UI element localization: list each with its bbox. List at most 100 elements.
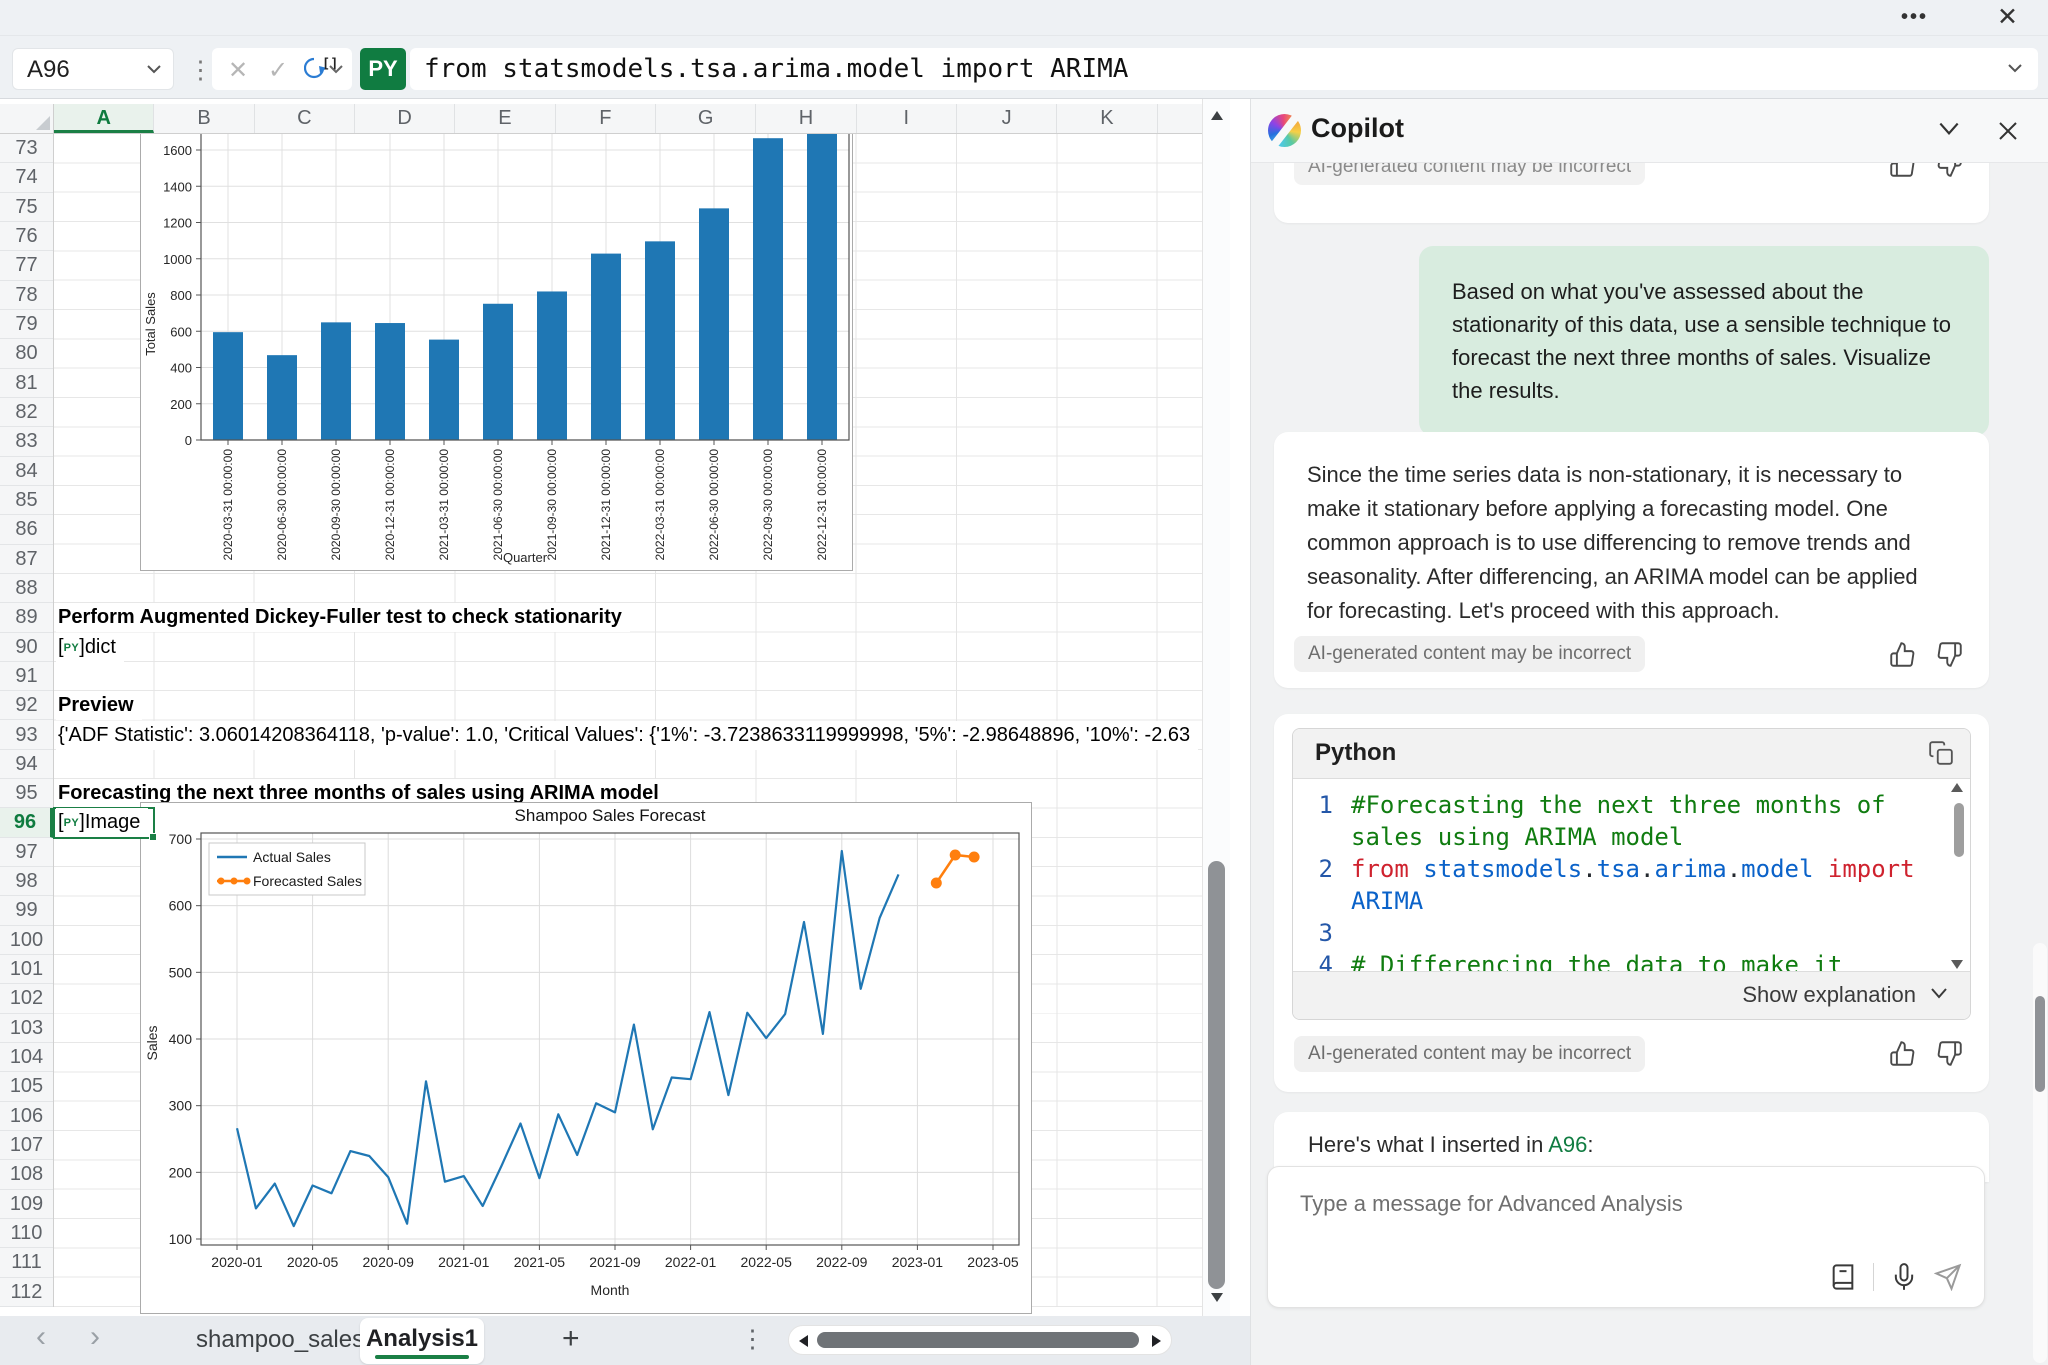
add-sheet-button[interactable]: +: [562, 1322, 580, 1356]
scroll-left-arrow-icon[interactable]: [799, 1335, 808, 1347]
row-header-99[interactable]: 99: [0, 896, 53, 925]
row-header-76[interactable]: 76: [0, 222, 53, 251]
row-header-111[interactable]: 111: [0, 1248, 53, 1277]
row-header-107[interactable]: 107: [0, 1131, 53, 1160]
scroll-down-arrow-icon[interactable]: [1211, 1293, 1223, 1302]
sheet-tab-shampoo-sales[interactable]: shampoo_sales: [196, 1326, 364, 1354]
row-header-85[interactable]: 85: [0, 486, 53, 515]
code-scroll-down-icon[interactable]: [1951, 960, 1963, 969]
column-header-F[interactable]: F: [556, 104, 656, 133]
more-options-icon[interactable]: •••: [1901, 6, 1928, 29]
column-header-G[interactable]: G: [656, 104, 756, 133]
cell-A90[interactable]: [PY]dict: [56, 633, 124, 662]
thumbs-down-icon[interactable]: [1936, 641, 1963, 668]
copilot-message-input[interactable]: Type a message for Advanced Analysis: [1267, 1166, 1985, 1308]
row-header-97[interactable]: 97: [0, 838, 53, 867]
cell-A96[interactable]: [PY]Image: [56, 808, 148, 837]
row-header-108[interactable]: 108: [0, 1160, 53, 1189]
row-header-98[interactable]: 98: [0, 867, 53, 896]
window-close-icon[interactable]: ✕: [1997, 2, 2018, 32]
send-icon[interactable]: [1934, 1263, 1962, 1291]
thumbs-up-icon[interactable]: [1889, 1040, 1916, 1067]
formula-bar-options-icon[interactable]: ⋮: [188, 55, 213, 85]
fill-handle[interactable]: [149, 833, 157, 841]
next-sheet-button[interactable]: ›: [90, 1320, 100, 1354]
column-header-H[interactable]: H: [756, 104, 856, 133]
row-header-104[interactable]: 104: [0, 1043, 53, 1072]
sales-forecast-line-chart[interactable]: 1002003004005006007002020-012020-052020-…: [140, 802, 1032, 1314]
row-header-94[interactable]: 94: [0, 750, 53, 779]
formula-expand-chevron-icon[interactable]: [2006, 61, 2024, 75]
row-header-109[interactable]: 109: [0, 1190, 53, 1219]
panel-scrollbar-thumb[interactable]: [2035, 996, 2045, 1092]
row-header-96[interactable]: 96: [0, 808, 53, 837]
code-scroll-up-icon[interactable]: [1951, 783, 1963, 792]
row-header-86[interactable]: 86: [0, 515, 53, 544]
row-header-92[interactable]: 92: [0, 691, 53, 720]
row-header-75[interactable]: 75: [0, 193, 53, 222]
thumbs-down-icon[interactable]: [1936, 1040, 1963, 1067]
prev-sheet-button[interactable]: ‹: [36, 1320, 46, 1354]
row-header-78[interactable]: 78: [0, 281, 53, 310]
chevron-down-icon[interactable]: [1928, 986, 1950, 1002]
column-header-K[interactable]: K: [1057, 104, 1157, 133]
row-header-87[interactable]: 87: [0, 545, 53, 574]
thumbs-up-icon[interactable]: [1889, 641, 1916, 668]
thumbs-down-icon[interactable]: [1936, 163, 1963, 178]
cell-A92[interactable]: Preview: [56, 691, 142, 720]
row-header-106[interactable]: 106: [0, 1102, 53, 1131]
row-header-105[interactable]: 105: [0, 1072, 53, 1101]
row-header-101[interactable]: 101: [0, 955, 53, 984]
row-header-112[interactable]: 112: [0, 1278, 53, 1307]
row-header-74[interactable]: 74: [0, 163, 53, 192]
chevron-down-icon[interactable]: [145, 62, 163, 76]
grid-horizontal-scrollbar[interactable]: [788, 1325, 1172, 1355]
row-header-110[interactable]: 110: [0, 1219, 53, 1248]
microphone-icon[interactable]: [1890, 1263, 1918, 1291]
row-header-90[interactable]: 90: [0, 633, 53, 662]
thumbs-up-icon[interactable]: [1889, 163, 1916, 178]
row-header-80[interactable]: 80: [0, 339, 53, 368]
cancel-icon[interactable]: ✕: [228, 56, 248, 85]
column-header-A[interactable]: A: [54, 104, 154, 133]
row-header-73[interactable]: 73: [0, 134, 53, 163]
show-explanation-button[interactable]: Show explanation: [1742, 982, 1916, 1008]
enter-icon[interactable]: ✓: [268, 56, 288, 85]
row-header-102[interactable]: 102: [0, 984, 53, 1013]
row-header-88[interactable]: 88: [0, 574, 53, 603]
row-header-79[interactable]: 79: [0, 310, 53, 339]
sheet-list-menu-icon[interactable]: ⋮: [740, 1324, 765, 1354]
column-header-D[interactable]: D: [355, 104, 455, 133]
column-header-J[interactable]: J: [957, 104, 1057, 133]
column-header-L[interactable]: L: [1158, 104, 1202, 133]
row-header-89[interactable]: 89: [0, 603, 53, 632]
code-scrollbar-thumb[interactable]: [1954, 803, 1964, 857]
column-header-C[interactable]: C: [255, 104, 355, 133]
row-header-84[interactable]: 84: [0, 457, 53, 486]
copy-code-icon[interactable]: [1928, 740, 1954, 766]
scroll-right-arrow-icon[interactable]: [1152, 1335, 1161, 1347]
cell-A89[interactable]: Perform Augmented Dickey-Fuller test to …: [56, 603, 630, 632]
prompt-library-icon[interactable]: [1829, 1263, 1857, 1291]
horizontal-scrollbar-thumb[interactable]: [817, 1332, 1139, 1348]
row-header-93[interactable]: 93: [0, 721, 53, 750]
row-header-81[interactable]: 81: [0, 369, 53, 398]
sheet-tab-analysis1[interactable]: Analysis1: [360, 1318, 484, 1364]
vertical-scrollbar-thumb[interactable]: [1208, 861, 1225, 1289]
grid-vertical-scrollbar[interactable]: [1202, 99, 1230, 1316]
scroll-up-arrow-icon[interactable]: [1211, 111, 1223, 120]
row-header-77[interactable]: 77: [0, 251, 53, 280]
row-header-83[interactable]: 83: [0, 427, 53, 456]
column-header-I[interactable]: I: [857, 104, 957, 133]
quarterly-sales-bar-chart[interactable]: 020040060080010001200140016002020-03-31 …: [140, 134, 853, 571]
row-header-95[interactable]: 95: [0, 779, 53, 808]
close-panel-icon[interactable]: [1996, 119, 2020, 143]
cell-reference-link[interactable]: A96: [1548, 1132, 1587, 1157]
cell-name-box[interactable]: A96: [12, 48, 174, 90]
collapse-panel-chevron-icon[interactable]: [1936, 119, 1962, 139]
column-header-E[interactable]: E: [455, 104, 555, 133]
row-header-103[interactable]: 103: [0, 1014, 53, 1043]
column-header-B[interactable]: B: [154, 104, 254, 133]
cell-A93[interactable]: {'ADF Statistic': 3.06014208364118, 'p-v…: [56, 721, 1198, 750]
chevron-down-icon[interactable]: [328, 63, 344, 75]
